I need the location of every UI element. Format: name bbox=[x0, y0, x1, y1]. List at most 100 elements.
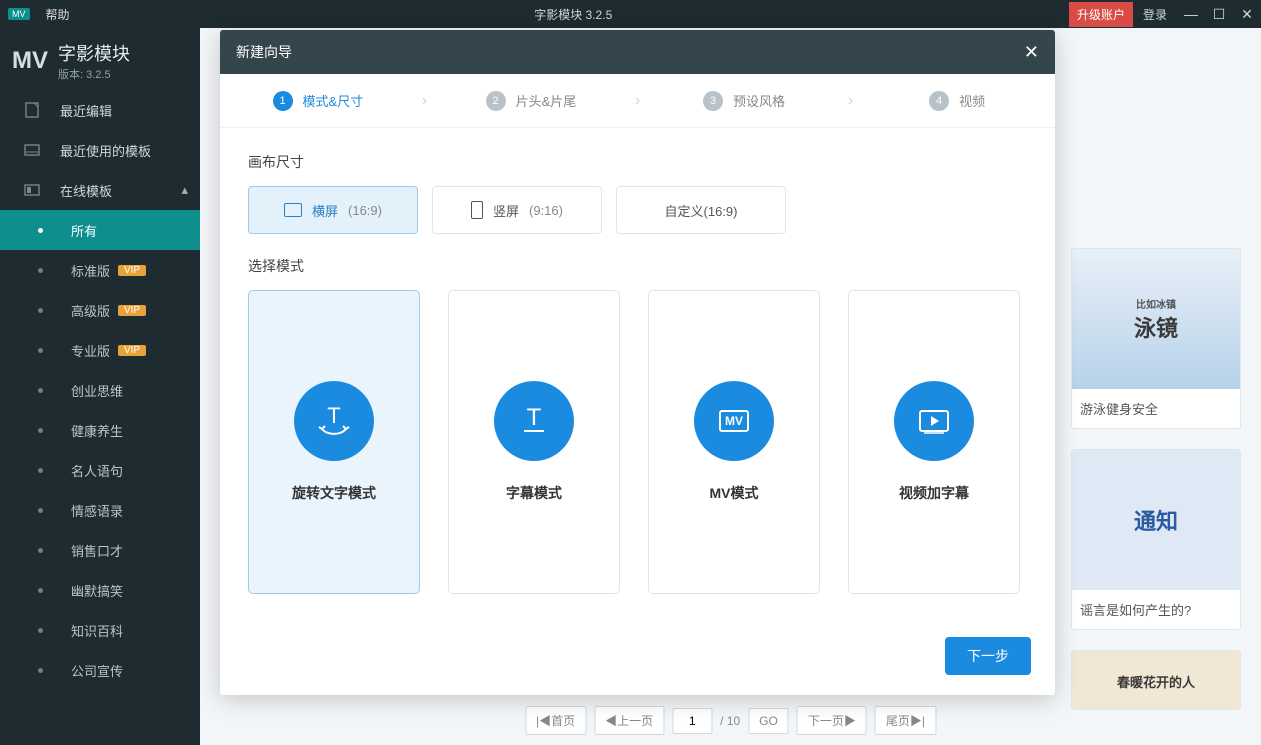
text-icon: T bbox=[494, 381, 574, 461]
step-label: 预设风格 bbox=[733, 91, 785, 110]
size-ratio: (9:16) bbox=[529, 203, 563, 218]
sidebar-sub-label: 标准版 bbox=[71, 261, 110, 280]
mode-option[interactable]: T旋转文字模式 bbox=[248, 290, 420, 594]
size-label: 自定义(16:9) bbox=[665, 201, 738, 220]
chevron-up-icon: ▴ bbox=[181, 182, 188, 198]
template-card[interactable]: 春暖花开的人 bbox=[1071, 650, 1241, 710]
step-number: 3 bbox=[703, 91, 723, 111]
close-icon[interactable]: ✕ bbox=[1233, 6, 1261, 23]
chevron-right-icon: › bbox=[629, 92, 646, 110]
sidebar-sub-item[interactable]: 知识百科 bbox=[0, 610, 200, 650]
canvas-size-option[interactable]: 横屏(16:9) bbox=[248, 186, 418, 234]
bullet-icon bbox=[38, 268, 43, 273]
bullet-icon bbox=[38, 668, 43, 673]
sidebar-item-label: 最近使用的模板 bbox=[60, 141, 151, 160]
wizard-step[interactable]: 1模式&尺寸 bbox=[220, 91, 416, 111]
dialog-title: 新建向导 bbox=[236, 42, 292, 62]
sidebar-sub-item[interactable]: 专业版VIP bbox=[0, 330, 200, 370]
mode-label: 视频加字幕 bbox=[899, 483, 969, 503]
maximize-icon[interactable]: ☐ bbox=[1205, 6, 1233, 23]
dialog-header: 新建向导 ✕ bbox=[220, 30, 1055, 74]
vip-badge: VIP bbox=[118, 265, 146, 276]
sidebar-sub-label: 幽默搞笑 bbox=[71, 581, 123, 600]
bullet-icon bbox=[38, 628, 43, 633]
sidebar-sub-label: 所有 bbox=[71, 221, 97, 240]
sidebar-sub-item[interactable]: 标准版 VIP bbox=[0, 250, 200, 290]
document-icon bbox=[22, 100, 42, 120]
rotate-text-icon: T bbox=[294, 381, 374, 461]
new-wizard-dialog: 新建向导 ✕ 1模式&尺寸›2片头&片尾›3预设风格›4视频 画布尺寸 横屏(1… bbox=[220, 30, 1055, 695]
canvas-size-option[interactable]: 自定义(16:9) bbox=[616, 186, 786, 234]
wizard-step[interactable]: 4视频 bbox=[859, 91, 1055, 111]
bullet-icon bbox=[38, 588, 43, 593]
size-label: 竖屏 bbox=[493, 201, 519, 220]
sidebar-sub-item[interactable]: 创业思维 bbox=[0, 370, 200, 410]
mode-option[interactable]: 视频加字幕 bbox=[848, 290, 1020, 594]
bullet-icon bbox=[38, 428, 43, 433]
mv-icon: MV bbox=[694, 381, 774, 461]
sidebar-sub-label: 情感语录 bbox=[71, 501, 123, 520]
sidebar-sub-item[interactable]: 情感语录 bbox=[0, 490, 200, 530]
sidebar-sub-label: 专业版 bbox=[71, 341, 110, 360]
sidebar-sub-label: 高级版 bbox=[71, 301, 110, 320]
svg-text:MV: MV bbox=[725, 414, 743, 428]
landscape-icon bbox=[284, 203, 302, 217]
template-card[interactable]: 通知 谣言是如何产生的? bbox=[1071, 449, 1241, 630]
chevron-right-icon: › bbox=[416, 92, 433, 110]
sidebar-sub-label: 名人语句 bbox=[71, 461, 123, 480]
sidebar-sub-label: 健康养生 bbox=[71, 421, 123, 440]
page-total: / 10 bbox=[720, 714, 740, 728]
sidebar-sub-label: 公司宣传 bbox=[71, 661, 123, 680]
step-label: 片头&片尾 bbox=[516, 91, 577, 110]
page-input[interactable] bbox=[672, 708, 712, 734]
sidebar-item-label: 在线模板 bbox=[60, 181, 112, 200]
sidebar-sub-item[interactable]: 销售口才 bbox=[0, 530, 200, 570]
sidebar-sub-item[interactable]: 高级版 VIP bbox=[0, 290, 200, 330]
wizard-step[interactable]: 3 预设风格 bbox=[646, 91, 842, 111]
sidebar-sub-item[interactable]: 所有 bbox=[0, 210, 200, 250]
upgrade-button[interactable]: 升级账户 bbox=[1069, 2, 1133, 27]
close-dialog-icon[interactable]: ✕ bbox=[1024, 42, 1039, 63]
online-icon bbox=[22, 180, 42, 200]
vip-badge: VIP bbox=[118, 305, 146, 316]
sidebar-item-recent-edit[interactable]: 最近编辑 bbox=[0, 90, 200, 130]
canvas-size-title: 画布尺寸 bbox=[248, 152, 1027, 172]
thumbnail-image: 比如冰镇 泳镜 bbox=[1072, 249, 1240, 389]
mode-label: 字幕模式 bbox=[506, 483, 562, 503]
login-button[interactable]: 登录 bbox=[1133, 6, 1177, 23]
window-title: 字影模块 3.2.5 bbox=[78, 6, 1069, 23]
step-label: 模式&尺寸 bbox=[303, 91, 364, 110]
mode-option[interactable]: MVMV模式 bbox=[648, 290, 820, 594]
thumbnail-image: 春暖花开的人 bbox=[1072, 651, 1240, 710]
sidebar-item-online-templates[interactable]: 在线模板 ▴ bbox=[0, 170, 200, 210]
help-menu[interactable]: 帮助 bbox=[38, 6, 78, 23]
sidebar-sub-item[interactable]: 健康养生 bbox=[0, 410, 200, 450]
sidebar-sub-label: 知识百科 bbox=[71, 621, 123, 640]
chevron-right-icon: › bbox=[842, 92, 859, 110]
sidebar-item-recent-templates[interactable]: 最近使用的模板 bbox=[0, 130, 200, 170]
mode-option[interactable]: T 字幕模式 bbox=[448, 290, 620, 594]
sidebar-sub-item[interactable]: 幽默搞笑 bbox=[0, 570, 200, 610]
first-page-button[interactable]: |◀首页 bbox=[525, 706, 586, 735]
prev-page-button[interactable]: ◀上一页 bbox=[594, 706, 664, 735]
bullet-icon bbox=[38, 228, 43, 233]
canvas-size-option[interactable]: 竖屏 (9:16) bbox=[432, 186, 602, 234]
next-page-button[interactable]: 下一页▶ bbox=[797, 706, 867, 735]
sidebar-sub-label: 销售口才 bbox=[71, 541, 123, 560]
bullet-icon bbox=[38, 348, 43, 353]
video-icon bbox=[894, 381, 974, 461]
wizard-step[interactable]: 2片头&片尾 bbox=[433, 91, 629, 111]
templates-icon bbox=[22, 140, 42, 160]
wizard-steps: 1模式&尺寸›2片头&片尾›3预设风格›4视频 bbox=[220, 74, 1055, 128]
last-page-button[interactable]: 尾页▶| bbox=[875, 706, 936, 735]
thumbnail-caption: 谣言是如何产生的? bbox=[1072, 590, 1240, 629]
bullet-icon bbox=[38, 508, 43, 513]
sidebar-sub-item[interactable]: 名人语句 bbox=[0, 450, 200, 490]
template-card[interactable]: 比如冰镇 泳镜 游泳健身安全 bbox=[1071, 248, 1241, 429]
minimize-icon[interactable]: — bbox=[1177, 6, 1205, 22]
sidebar-sub-item[interactable]: 公司宣传 bbox=[0, 650, 200, 690]
go-button[interactable]: GO bbox=[748, 708, 789, 734]
bullet-icon bbox=[38, 388, 43, 393]
svg-text:T: T bbox=[527, 404, 542, 431]
next-button[interactable]: 下一步 bbox=[945, 637, 1031, 675]
